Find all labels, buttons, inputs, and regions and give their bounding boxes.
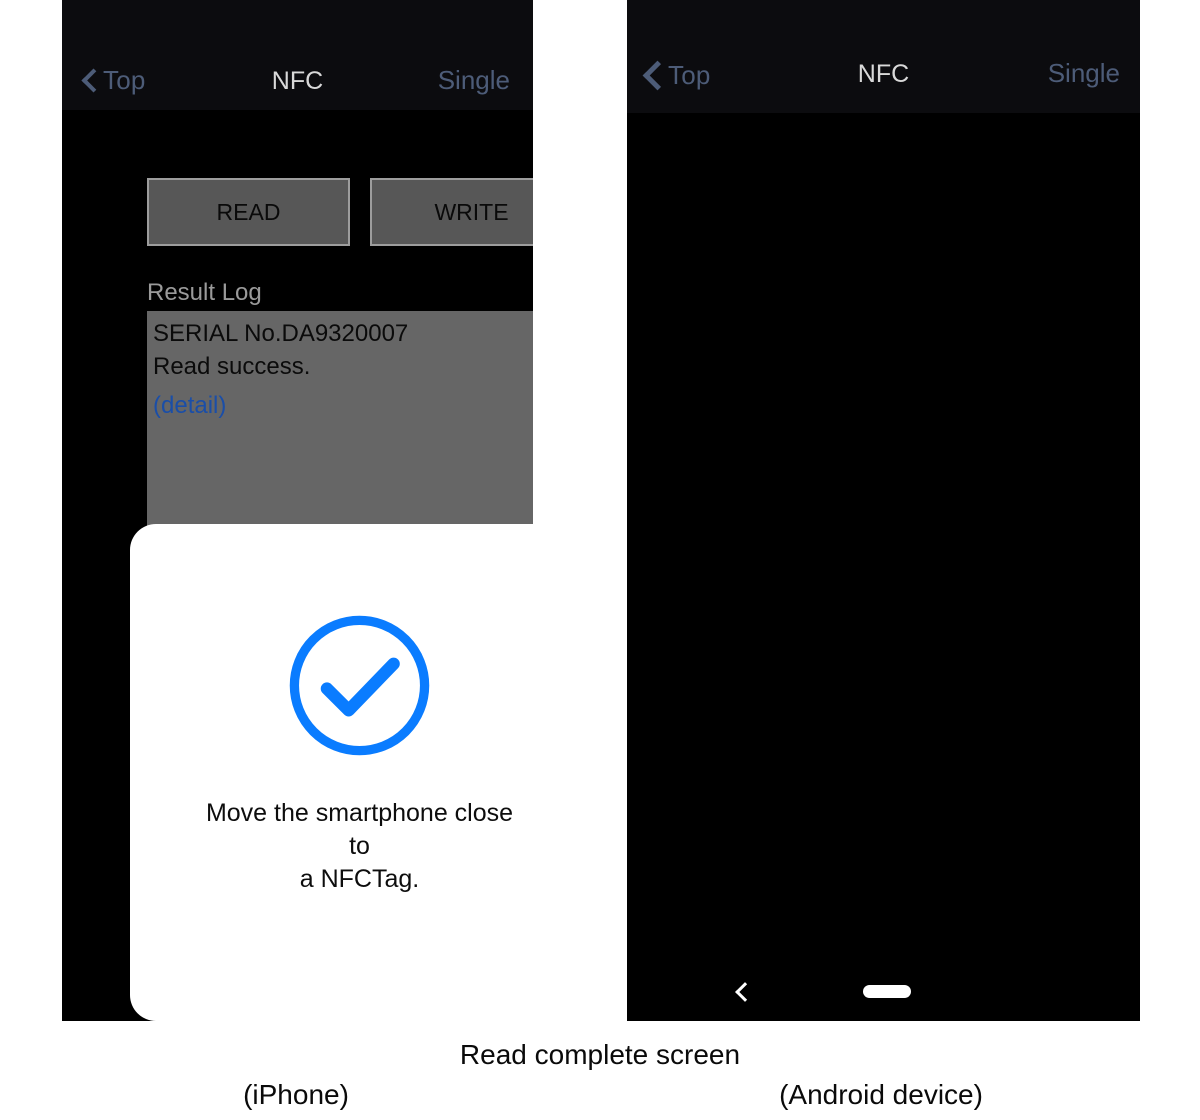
figure-caption-iphone: (iPhone) xyxy=(243,1079,349,1110)
home-pill-icon[interactable] xyxy=(863,985,911,998)
iphone-nfc-success-sheet: Move the smartphone close to a NFCTag. xyxy=(130,524,533,1021)
android-single-mode-button[interactable]: Single xyxy=(1048,58,1120,89)
android-system-navigation-bar xyxy=(627,965,1140,1021)
android-device-frame: Top NFC Single READ WRITE Result log xyxy=(627,0,1140,1021)
iphone-navigation-bar: Top NFC Single xyxy=(62,0,533,110)
iphone-sheet-message: Move the smartphone close to a NFCTag. xyxy=(195,797,525,896)
check-circle-icon xyxy=(289,615,430,755)
iphone-read-button[interactable]: READ xyxy=(147,178,350,246)
iphone-result-log-box[interactable]: SERIAL No.DA9320007 Read success. (detai… xyxy=(147,311,533,541)
iphone-sheet-message-line1: Move the smartphone close to xyxy=(205,798,514,860)
figure-caption-android: (Android device) xyxy=(779,1079,983,1110)
iphone-single-mode-button[interactable]: Single xyxy=(438,65,510,96)
iphone-result-log-label: Result Log xyxy=(147,279,262,306)
iphone-write-button[interactable]: WRITE xyxy=(370,178,533,246)
chevron-left-icon[interactable] xyxy=(735,981,749,1003)
iphone-sheet-message-line2: a NFCTag. xyxy=(299,864,420,893)
figure-caption-main: Read complete screen xyxy=(459,1039,741,1070)
log-line-status: Read success. xyxy=(153,353,311,380)
log-line-serial: SERIAL No.DA9320007 xyxy=(153,320,409,347)
iphone-device-frame: Top NFC Single READ WRITE Result Log SER… xyxy=(62,0,533,1021)
log-detail-link[interactable]: (detail) xyxy=(151,389,533,422)
android-navigation-bar: Top NFC Single xyxy=(627,0,1140,113)
